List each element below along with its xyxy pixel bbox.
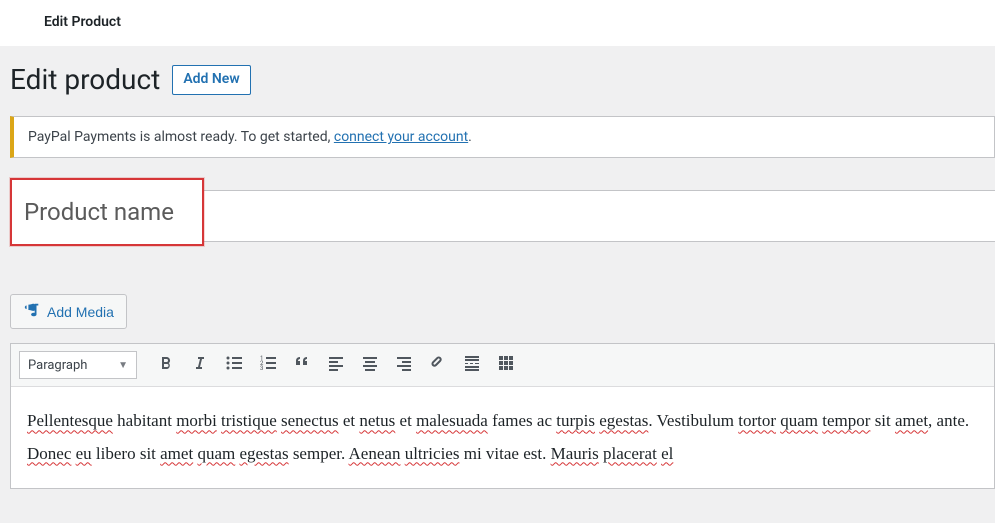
content-segment: placerat xyxy=(603,444,657,463)
content-segment: malesuada xyxy=(416,411,488,430)
align-center-icon xyxy=(360,353,380,377)
numbered-list-icon: 123 xyxy=(258,353,278,377)
italic-icon xyxy=(190,353,210,377)
content-segment: et xyxy=(395,411,416,430)
content-segment: netus xyxy=(359,411,395,430)
content-segment: quam xyxy=(197,444,235,463)
page-title: Edit product xyxy=(10,62,160,98)
add-media-label: Add Media xyxy=(47,304,114,320)
title-field-container xyxy=(10,178,995,246)
add-new-button[interactable]: Add New xyxy=(172,65,250,95)
content-segment: Donec xyxy=(27,444,71,463)
content-segment: morbi xyxy=(176,411,217,430)
add-media-button[interactable]: Add Media xyxy=(10,294,127,329)
read-more-icon xyxy=(462,353,482,377)
content-segment: eu xyxy=(76,444,92,463)
content-segment: el xyxy=(661,444,673,463)
content-segment: tempor xyxy=(822,411,870,430)
bullet-list-icon xyxy=(224,353,244,377)
content-segment: tortor xyxy=(738,411,776,430)
svg-text:3: 3 xyxy=(260,365,263,372)
content-segment: ultricies xyxy=(405,444,460,463)
align-left-icon xyxy=(326,353,346,377)
editor-box: Paragraph ▼ 123 xyxy=(10,343,995,489)
content-segment: Pellentesque xyxy=(27,411,113,430)
content-segment: senectus xyxy=(281,411,339,430)
editor-content[interactable]: Pellentesque habitant morbi tristique se… xyxy=(11,387,994,488)
top-bar-title: Edit Product xyxy=(44,14,121,30)
chevron-down-icon: ▼ xyxy=(118,360,128,371)
camera-music-icon xyxy=(23,301,41,322)
editor-toolbar: Paragraph ▼ 123 xyxy=(11,344,994,387)
content-segment: amet xyxy=(160,444,193,463)
toolbar-toggle-icon xyxy=(496,353,516,377)
content-segment: libero sit xyxy=(92,444,160,463)
content-segment: tristique xyxy=(221,411,277,430)
notice-text-prefix: PayPal Payments is almost ready. To get … xyxy=(28,129,334,145)
content-segment: Aenean xyxy=(349,444,401,463)
blockquote-button[interactable] xyxy=(287,350,317,380)
content-segment: habitant xyxy=(113,411,176,430)
content-segment: , ante. xyxy=(928,411,969,430)
align-center-button[interactable] xyxy=(355,350,385,380)
numbered-list-button[interactable]: 123 xyxy=(253,350,283,380)
content-segment: mi vitae est. xyxy=(459,444,550,463)
notice-text-suffix: . xyxy=(468,129,472,145)
content-segment: semper. xyxy=(289,444,349,463)
paypal-notice: PayPal Payments is almost ready. To get … xyxy=(10,116,995,158)
italic-button[interactable] xyxy=(185,350,215,380)
link-button[interactable] xyxy=(423,350,453,380)
read-more-button[interactable] xyxy=(457,350,487,380)
align-right-button[interactable] xyxy=(389,350,419,380)
content-segment: amet xyxy=(895,411,928,430)
format-select-label: Paragraph xyxy=(28,358,87,373)
product-name-input[interactable] xyxy=(12,180,202,244)
connect-account-link[interactable]: connect your account xyxy=(334,129,468,145)
title-highlight-box xyxy=(10,178,204,246)
content-segment: fames ac xyxy=(488,411,556,430)
link-icon xyxy=(428,353,448,377)
align-right-icon xyxy=(394,353,414,377)
content-segment: egestas xyxy=(239,444,288,463)
bold-icon xyxy=(156,353,176,377)
content-segment: sit xyxy=(870,411,895,430)
content-segment: egestas xyxy=(599,411,648,430)
content-segment: turpis xyxy=(556,411,595,430)
content-segment: . Vestibulum xyxy=(648,411,738,430)
align-left-button[interactable] xyxy=(321,350,351,380)
format-select[interactable]: Paragraph ▼ xyxy=(19,351,137,379)
toolbar-toggle-button[interactable] xyxy=(491,350,521,380)
page-title-row: Edit product Add New xyxy=(10,56,995,98)
blockquote-icon xyxy=(292,353,312,377)
bullet-list-button[interactable] xyxy=(219,350,249,380)
content-segment: Mauris xyxy=(551,444,599,463)
bold-button[interactable] xyxy=(151,350,181,380)
content-segment: quam xyxy=(780,411,818,430)
top-bar: Edit Product xyxy=(0,0,995,46)
content-segment: et xyxy=(339,411,360,430)
